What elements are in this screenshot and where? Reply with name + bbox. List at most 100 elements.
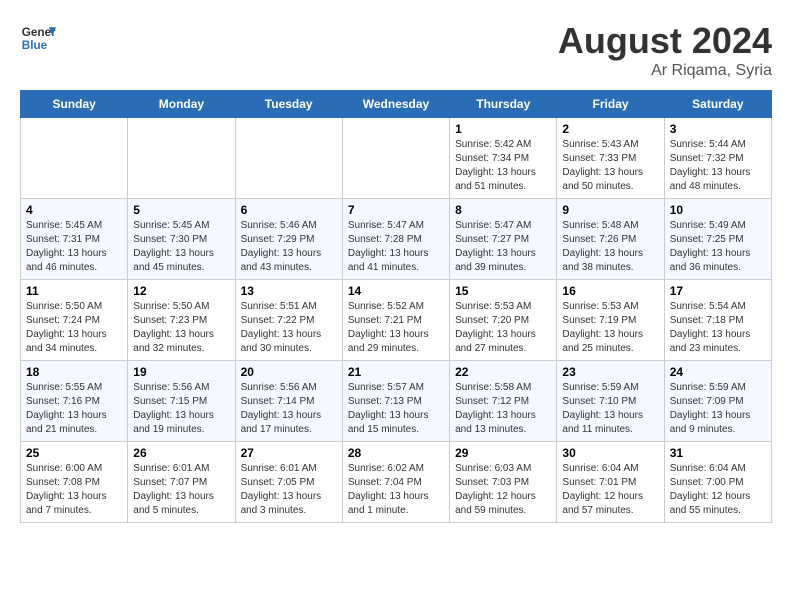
day-info: Sunrise: 5:56 AM Sunset: 7:15 PM Dayligh… [133, 381, 229, 437]
calendar-day-cell: 31Sunrise: 6:04 AM Sunset: 7:00 PM Dayli… [664, 442, 771, 523]
calendar-week-row: 4Sunrise: 5:45 AM Sunset: 7:31 PM Daylig… [21, 199, 772, 280]
day-info: Sunrise: 5:54 AM Sunset: 7:18 PM Dayligh… [670, 300, 766, 356]
calendar-day-cell: 15Sunrise: 5:53 AM Sunset: 7:20 PM Dayli… [450, 280, 557, 361]
title-block: August 2024 Ar Riqama, Syria [558, 20, 772, 80]
day-info: Sunrise: 6:01 AM Sunset: 7:07 PM Dayligh… [133, 462, 229, 518]
day-number: 4 [26, 203, 122, 217]
calendar-day-cell: 19 Sunrise: 5:56 AM Sunset: 7:15 PM Dayli… [128, 361, 235, 442]
weekday-header-cell: Friday [557, 91, 664, 118]
day-number: 14 [348, 284, 444, 298]
page-header: General Blue August 2024 Ar Riqama, Syri… [20, 20, 772, 80]
day-number: 9 [562, 203, 658, 217]
calendar-table: SundayMondayTuesdayWednesdayThursdayFrid… [20, 90, 772, 523]
day-info: Sunrise: 6:01 AM Sunset: 7:05 PM Dayligh… [241, 462, 337, 518]
day-info: Sunrise: 6:04 AM Sunset: 7:01 PM Dayligh… [562, 462, 658, 518]
calendar-day-cell: 9 Sunrise: 5:48 AM Sunset: 7:26 PM Daylig… [557, 199, 664, 280]
day-info: Sunrise: 5:53 AM Sunset: 7:19 PM Dayligh… [562, 300, 658, 356]
calendar-week-row: 1Sunrise: 5:42 AM Sunset: 7:34 PM Daylig… [21, 118, 772, 199]
calendar-day-cell: 8Sunrise: 5:47 AM Sunset: 7:27 PM Daylig… [450, 199, 557, 280]
calendar-day-cell: 12 Sunrise: 5:50 AM Sunset: 7:23 PM Dayli… [128, 280, 235, 361]
calendar-day-cell: 14 Sunrise: 5:52 AM Sunset: 7:21 PM Dayli… [342, 280, 449, 361]
weekday-header-cell: Sunday [21, 91, 128, 118]
day-info: Sunrise: 5:59 AM Sunset: 7:09 PM Dayligh… [670, 381, 766, 437]
calendar-day-cell: 25Sunrise: 6:00 AM Sunset: 7:08 PM Dayli… [21, 442, 128, 523]
calendar-day-cell: 4Sunrise: 5:45 AM Sunset: 7:31 PM Daylig… [21, 199, 128, 280]
day-number: 11 [26, 284, 122, 298]
logo: General Blue [20, 20, 60, 56]
calendar-week-row: 25Sunrise: 6:00 AM Sunset: 7:08 PM Dayli… [21, 442, 772, 523]
day-number: 2 [562, 122, 658, 136]
day-number: 16 [562, 284, 658, 298]
day-number: 20 [241, 365, 337, 379]
day-number: 7 [348, 203, 444, 217]
day-number: 18 [26, 365, 122, 379]
day-info: Sunrise: 5:47 AM Sunset: 7:27 PM Dayligh… [455, 219, 551, 275]
day-info: Sunrise: 5:52 AM Sunset: 7:21 PM Dayligh… [348, 300, 444, 356]
day-info: Sunrise: 5:49 AM Sunset: 7:25 PM Dayligh… [670, 219, 766, 275]
day-number: 19 [133, 365, 229, 379]
calendar-day-cell: 10 Sunrise: 5:49 AM Sunset: 7:25 PM Dayli… [664, 199, 771, 280]
calendar-day-cell: 1Sunrise: 5:42 AM Sunset: 7:34 PM Daylig… [450, 118, 557, 199]
day-number: 29 [455, 446, 551, 460]
calendar-day-cell: 21 Sunrise: 5:57 AM Sunset: 7:13 PM Dayli… [342, 361, 449, 442]
calendar-day-cell: 5 Sunrise: 5:45 AM Sunset: 7:30 PM Daylig… [128, 199, 235, 280]
weekday-header-cell: Thursday [450, 91, 557, 118]
calendar-day-cell: 7 Sunrise: 5:47 AM Sunset: 7:28 PM Daylig… [342, 199, 449, 280]
calendar-day-cell: 28Sunrise: 6:02 AM Sunset: 7:04 PM Dayli… [342, 442, 449, 523]
weekday-header-cell: Wednesday [342, 91, 449, 118]
calendar-day-cell: 30 Sunrise: 6:04 AM Sunset: 7:01 PM Dayli… [557, 442, 664, 523]
day-info: Sunrise: 5:51 AM Sunset: 7:22 PM Dayligh… [241, 300, 337, 356]
calendar-body: 1Sunrise: 5:42 AM Sunset: 7:34 PM Daylig… [21, 118, 772, 523]
calendar-day-cell [21, 118, 128, 199]
day-info: Sunrise: 5:59 AM Sunset: 7:10 PM Dayligh… [562, 381, 658, 437]
logo-icon: General Blue [20, 20, 56, 56]
weekday-header-cell: Tuesday [235, 91, 342, 118]
day-info: Sunrise: 6:04 AM Sunset: 7:00 PM Dayligh… [670, 462, 766, 518]
day-number: 22 [455, 365, 551, 379]
day-info: Sunrise: 5:56 AM Sunset: 7:14 PM Dayligh… [241, 381, 337, 437]
day-info: Sunrise: 5:50 AM Sunset: 7:23 PM Dayligh… [133, 300, 229, 356]
day-number: 6 [241, 203, 337, 217]
calendar-day-cell [342, 118, 449, 199]
day-info: Sunrise: 5:46 AM Sunset: 7:29 PM Dayligh… [241, 219, 337, 275]
calendar-day-cell: 11 Sunrise: 5:50 AM Sunset: 7:24 PM Dayli… [21, 280, 128, 361]
day-number: 3 [670, 122, 766, 136]
day-info: Sunrise: 5:58 AM Sunset: 7:12 PM Dayligh… [455, 381, 551, 437]
weekday-header-cell: Saturday [664, 91, 771, 118]
day-number: 28 [348, 446, 444, 460]
day-number: 10 [670, 203, 766, 217]
day-number: 21 [348, 365, 444, 379]
day-number: 5 [133, 203, 229, 217]
calendar-week-row: 18Sunrise: 5:55 AM Sunset: 7:16 PM Dayli… [21, 361, 772, 442]
calendar-day-cell: 16 Sunrise: 5:53 AM Sunset: 7:19 PM Dayli… [557, 280, 664, 361]
day-info: Sunrise: 5:47 AM Sunset: 7:28 PM Dayligh… [348, 219, 444, 275]
day-info: Sunrise: 5:48 AM Sunset: 7:26 PM Dayligh… [562, 219, 658, 275]
day-info: Sunrise: 5:43 AM Sunset: 7:33 PM Dayligh… [562, 138, 658, 194]
day-info: Sunrise: 5:50 AM Sunset: 7:24 PM Dayligh… [26, 300, 122, 356]
calendar-day-cell: 2 Sunrise: 5:43 AM Sunset: 7:33 PM Daylig… [557, 118, 664, 199]
calendar-day-cell: 13 Sunrise: 5:51 AM Sunset: 7:22 PM Dayli… [235, 280, 342, 361]
day-number: 13 [241, 284, 337, 298]
svg-text:Blue: Blue [22, 39, 48, 52]
day-number: 17 [670, 284, 766, 298]
calendar-day-cell: 6 Sunrise: 5:46 AM Sunset: 7:29 PM Daylig… [235, 199, 342, 280]
location: Ar Riqama, Syria [558, 62, 772, 80]
day-info: Sunrise: 5:44 AM Sunset: 7:32 PM Dayligh… [670, 138, 766, 194]
day-info: Sunrise: 5:57 AM Sunset: 7:13 PM Dayligh… [348, 381, 444, 437]
calendar-day-cell: 18Sunrise: 5:55 AM Sunset: 7:16 PM Dayli… [21, 361, 128, 442]
calendar-day-cell: 3 Sunrise: 5:44 AM Sunset: 7:32 PM Daylig… [664, 118, 771, 199]
weekday-header-cell: Monday [128, 91, 235, 118]
day-number: 30 [562, 446, 658, 460]
weekday-header-row: SundayMondayTuesdayWednesdayThursdayFrid… [21, 91, 772, 118]
calendar-week-row: 11 Sunrise: 5:50 AM Sunset: 7:24 PM Dayli… [21, 280, 772, 361]
calendar-day-cell: 20 Sunrise: 5:56 AM Sunset: 7:14 PM Dayli… [235, 361, 342, 442]
calendar-day-cell: 26Sunrise: 6:01 AM Sunset: 7:07 PM Dayli… [128, 442, 235, 523]
calendar-day-cell: 24 Sunrise: 5:59 AM Sunset: 7:09 PM Dayli… [664, 361, 771, 442]
day-info: Sunrise: 5:45 AM Sunset: 7:30 PM Dayligh… [133, 219, 229, 275]
day-number: 24 [670, 365, 766, 379]
day-number: 1 [455, 122, 551, 136]
day-number: 25 [26, 446, 122, 460]
calendar-day-cell: 22 Sunrise: 5:58 AM Sunset: 7:12 PM Dayli… [450, 361, 557, 442]
day-number: 12 [133, 284, 229, 298]
month-year: August 2024 [558, 20, 772, 62]
